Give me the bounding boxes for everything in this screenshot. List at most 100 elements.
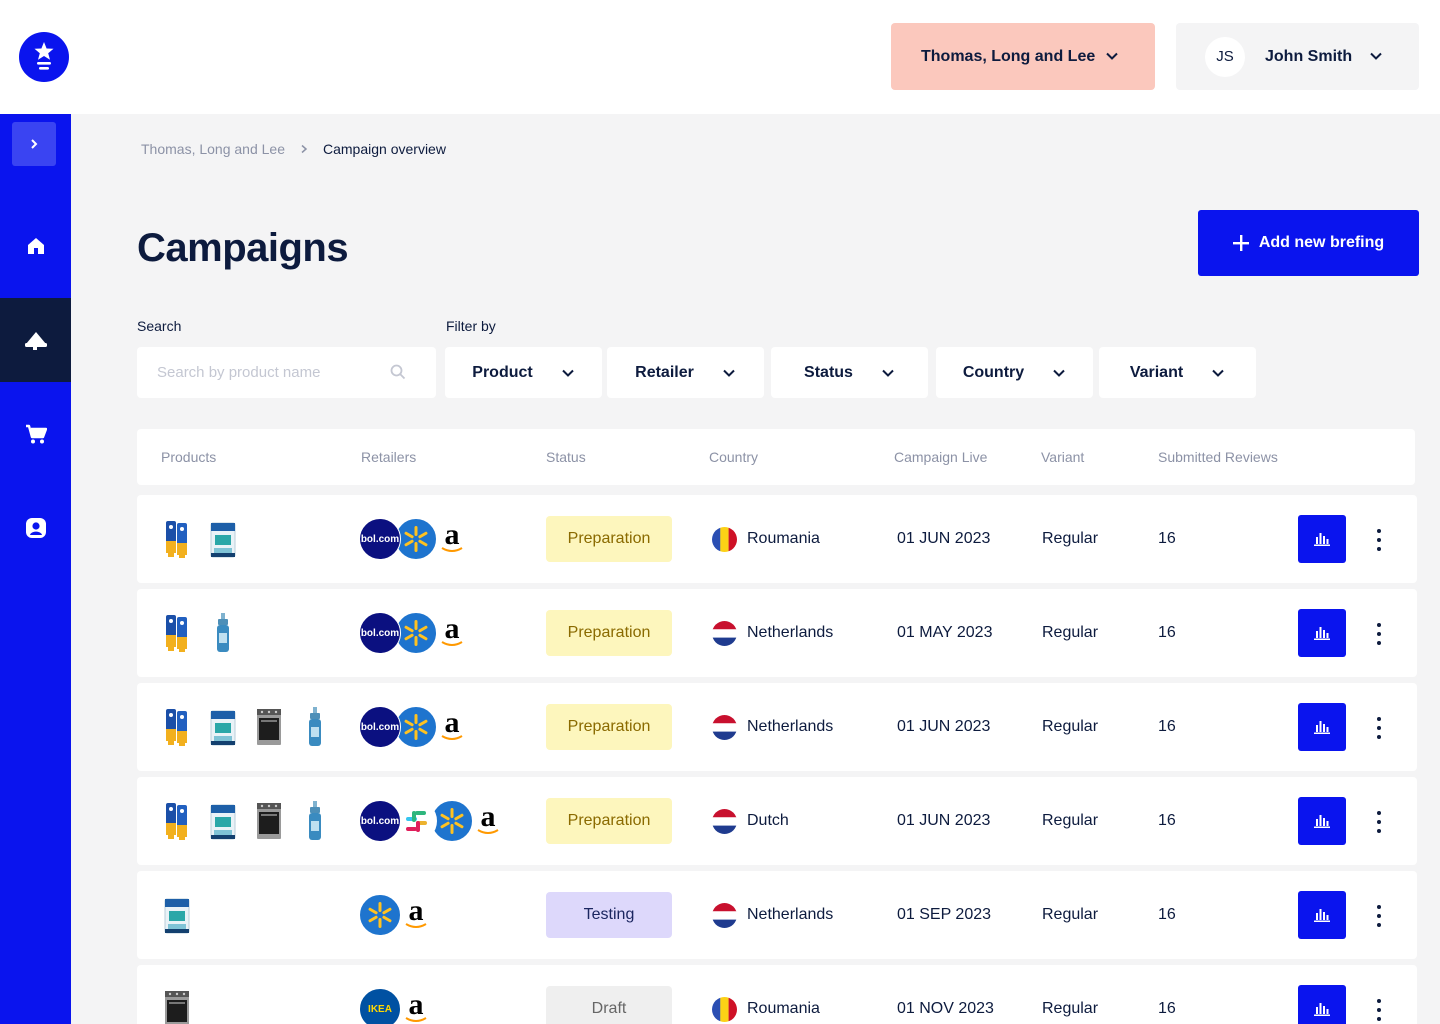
retailer-logos: bol.com a — [359, 495, 473, 583]
filter-status[interactable]: Status — [771, 347, 928, 398]
sidebar-item-home[interactable] — [0, 204, 71, 288]
user-icon — [25, 518, 46, 538]
column-header-retailers[interactable]: Retailers — [361, 449, 416, 465]
variant-value: Regular — [1042, 1000, 1099, 1017]
product-thumbnail-cream-tube[interactable] — [164, 707, 190, 747]
table-row[interactable]: IKEA a Draft Roumania 01 NOV 2023 Regular 16 — [137, 965, 1417, 1024]
country-name: Netherlands — [747, 624, 834, 641]
table-row[interactable]: bol.com a Preparation Dutch 01 JUN 2023 Regul… — [137, 777, 1417, 865]
sidebar-item-campaigns[interactable] — [0, 298, 71, 382]
submitted-reviews-count: 16 — [1158, 624, 1176, 641]
amazon-logo-icon: a — [431, 612, 473, 654]
analytics-button[interactable] — [1298, 985, 1346, 1024]
search-input[interactable] — [137, 347, 377, 398]
country-name: Dutch — [747, 812, 789, 829]
table-row[interactable]: bol.com a Preparation Netherlands 01 MAY 202… — [137, 589, 1417, 677]
retailer-logos: bol.com a — [359, 589, 473, 677]
analytics-button[interactable] — [1298, 609, 1346, 657]
table-row[interactable]: bol.com a Preparation Netherlands 01 JUN 202… — [137, 683, 1417, 771]
bar-chart-icon — [1314, 720, 1330, 734]
breadcrumb-parent[interactable]: Thomas, Long and Lee — [141, 141, 285, 157]
product-thumbnail-oven[interactable] — [256, 707, 282, 747]
analytics-button[interactable] — [1298, 891, 1346, 939]
filter-variant[interactable]: Variant — [1099, 347, 1256, 398]
chevron-down-icon — [1212, 369, 1224, 377]
chevron-down-icon — [882, 369, 894, 377]
more-options-icon[interactable] — [1369, 529, 1389, 551]
product-thumbnail-corega-box[interactable] — [210, 801, 236, 841]
product-thumbnails — [164, 965, 190, 1024]
product-thumbnail-corega-box[interactable] — [210, 519, 236, 559]
column-header-products[interactable]: Products — [161, 449, 216, 465]
product-thumbnails — [164, 777, 328, 865]
amazon-logo-icon: a — [395, 988, 437, 1024]
retailer-logos: bol.com a — [359, 777, 509, 865]
analytics-button[interactable] — [1298, 703, 1346, 751]
more-options-icon[interactable] — [1369, 811, 1389, 833]
user-name: John Smith — [1265, 47, 1353, 65]
product-thumbnails — [164, 683, 328, 771]
table-row[interactable]: bol.com a Preparation Roumania 01 JUN 2023 Re… — [137, 495, 1417, 583]
column-header-variant[interactable]: Variant — [1041, 449, 1084, 465]
add-briefing-button[interactable]: Add new brefing — [1198, 210, 1419, 276]
column-header-submitted-reviews[interactable]: Submitted Reviews — [1158, 449, 1278, 465]
table-row[interactable]: a Testing Netherlands 01 SEP 2023 Regular 16 — [137, 871, 1417, 959]
product-thumbnail-cream-tube[interactable] — [164, 613, 190, 653]
variant-value: Regular — [1042, 906, 1099, 923]
organization-select[interactable]: Thomas, Long and Lee — [891, 23, 1155, 90]
walmart-logo-icon — [395, 612, 437, 654]
expand-sidebar-button[interactable] — [12, 122, 56, 166]
slack-logo-icon — [395, 800, 437, 842]
variant-value: Regular — [1042, 718, 1099, 735]
analytics-button[interactable] — [1298, 515, 1346, 563]
amazon-logo-icon: a — [431, 706, 473, 748]
avatar: JS — [1205, 36, 1245, 77]
filter-retailer[interactable]: Retailer — [607, 347, 764, 398]
more-options-icon[interactable] — [1369, 999, 1389, 1021]
filter-product[interactable]: Product — [445, 347, 602, 398]
romania-flag-icon — [712, 527, 737, 552]
product-thumbnail-spray-bottle[interactable] — [302, 707, 328, 747]
search-icon[interactable] — [390, 364, 406, 380]
netherlands-flag-icon — [712, 621, 737, 646]
page-title: Campaigns — [137, 226, 349, 270]
search-field — [137, 347, 436, 398]
sidebar-item-shop[interactable] — [0, 392, 71, 476]
status-badge: Preparation — [546, 798, 672, 844]
column-header-country[interactable]: Country — [709, 449, 758, 465]
product-thumbnail-spray-bottle[interactable] — [302, 801, 328, 841]
filter-label: Filter by — [446, 318, 496, 334]
analytics-button[interactable] — [1298, 797, 1346, 845]
more-options-icon[interactable] — [1369, 623, 1389, 645]
submitted-reviews-count: 16 — [1158, 1000, 1176, 1017]
variant-value: Regular — [1042, 624, 1099, 641]
sidebar-item-profile[interactable] — [0, 486, 71, 570]
netherlands-flag-icon — [712, 715, 737, 740]
product-thumbnail-cream-tube[interactable] — [164, 801, 190, 841]
bar-chart-icon — [1314, 532, 1330, 546]
product-thumbnail-spray-bottle[interactable] — [210, 613, 236, 653]
netherlands-flag-icon — [712, 903, 737, 928]
campaign-live-date: 01 JUN 2023 — [897, 812, 991, 829]
more-options-icon[interactable] — [1369, 905, 1389, 927]
status-badge: Preparation — [546, 516, 672, 562]
product-thumbnail-oven[interactable] — [164, 989, 190, 1024]
app-logo[interactable] — [19, 32, 69, 82]
product-thumbnail-corega-box[interactable] — [164, 895, 190, 935]
top-bar: Thomas, Long and Lee JS John Smith — [0, 0, 1440, 114]
product-thumbnail-oven[interactable] — [256, 801, 282, 841]
table-header: Products Retailers Status Country Campai… — [137, 429, 1415, 485]
filter-country[interactable]: Country — [936, 347, 1093, 398]
star-logo-icon — [34, 42, 54, 70]
campaign-live-date: 01 JUN 2023 — [897, 530, 991, 547]
chevron-down-icon — [562, 369, 574, 377]
product-thumbnail-cream-tube[interactable] — [164, 519, 190, 559]
product-thumbnail-corega-box[interactable] — [210, 707, 236, 747]
retailer-logos: bol.com a — [359, 683, 473, 771]
user-menu[interactable]: JS John Smith — [1176, 23, 1419, 90]
column-header-status[interactable]: Status — [546, 449, 586, 465]
column-header-campaign-live[interactable]: Campaign Live — [894, 449, 987, 465]
country-name: Netherlands — [747, 718, 834, 735]
more-options-icon[interactable] — [1369, 717, 1389, 739]
megaphone-icon — [24, 332, 47, 350]
